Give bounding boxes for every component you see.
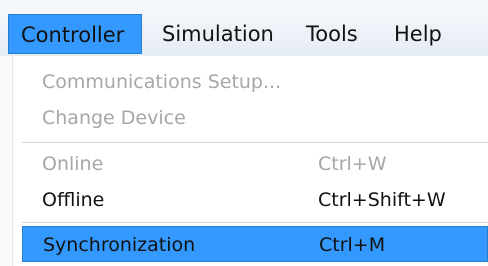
menu-item-label: Communications Setup... bbox=[42, 71, 282, 93]
menu-item-label: Offline bbox=[42, 189, 105, 211]
menu-item-communications-setup[interactable]: Communications Setup... bbox=[22, 64, 488, 100]
menu-help[interactable]: Help bbox=[382, 14, 454, 54]
menu-item-label: Change Device bbox=[42, 107, 186, 129]
menu-controller-label: Controller bbox=[21, 23, 125, 47]
menu-tools-label: Tools bbox=[306, 22, 358, 46]
menu-item-shortcut: Ctrl+M bbox=[319, 234, 386, 256]
menu-simulation[interactable]: Simulation bbox=[150, 14, 286, 54]
menu-item-change-device[interactable]: Change Device bbox=[22, 100, 488, 136]
menu-help-label: Help bbox=[394, 22, 442, 46]
menu-tools[interactable]: Tools bbox=[294, 14, 370, 54]
menu-icon-gutter bbox=[0, 56, 13, 266]
application-window: Controller Simulation Tools Help Communi… bbox=[0, 0, 488, 266]
menu-item-online[interactable]: Online Ctrl+W bbox=[22, 146, 488, 182]
menu-item-label: Online bbox=[42, 153, 104, 175]
menu-item-shortcut: Ctrl+W bbox=[318, 153, 387, 175]
menu-item-shortcut: Ctrl+Shift+W bbox=[318, 189, 446, 211]
menu-separator bbox=[22, 222, 488, 223]
menu-controller[interactable]: Controller bbox=[8, 14, 142, 54]
menu-item-synchronization[interactable]: Synchronization Ctrl+M bbox=[22, 226, 488, 262]
menu-item-offline[interactable]: Offline Ctrl+Shift+W bbox=[22, 182, 488, 218]
menu-item-label: Synchronization bbox=[43, 234, 196, 256]
menu-simulation-label: Simulation bbox=[162, 22, 274, 46]
menu-bar: Controller Simulation Tools Help bbox=[0, 0, 488, 57]
menu-separator bbox=[22, 142, 488, 143]
